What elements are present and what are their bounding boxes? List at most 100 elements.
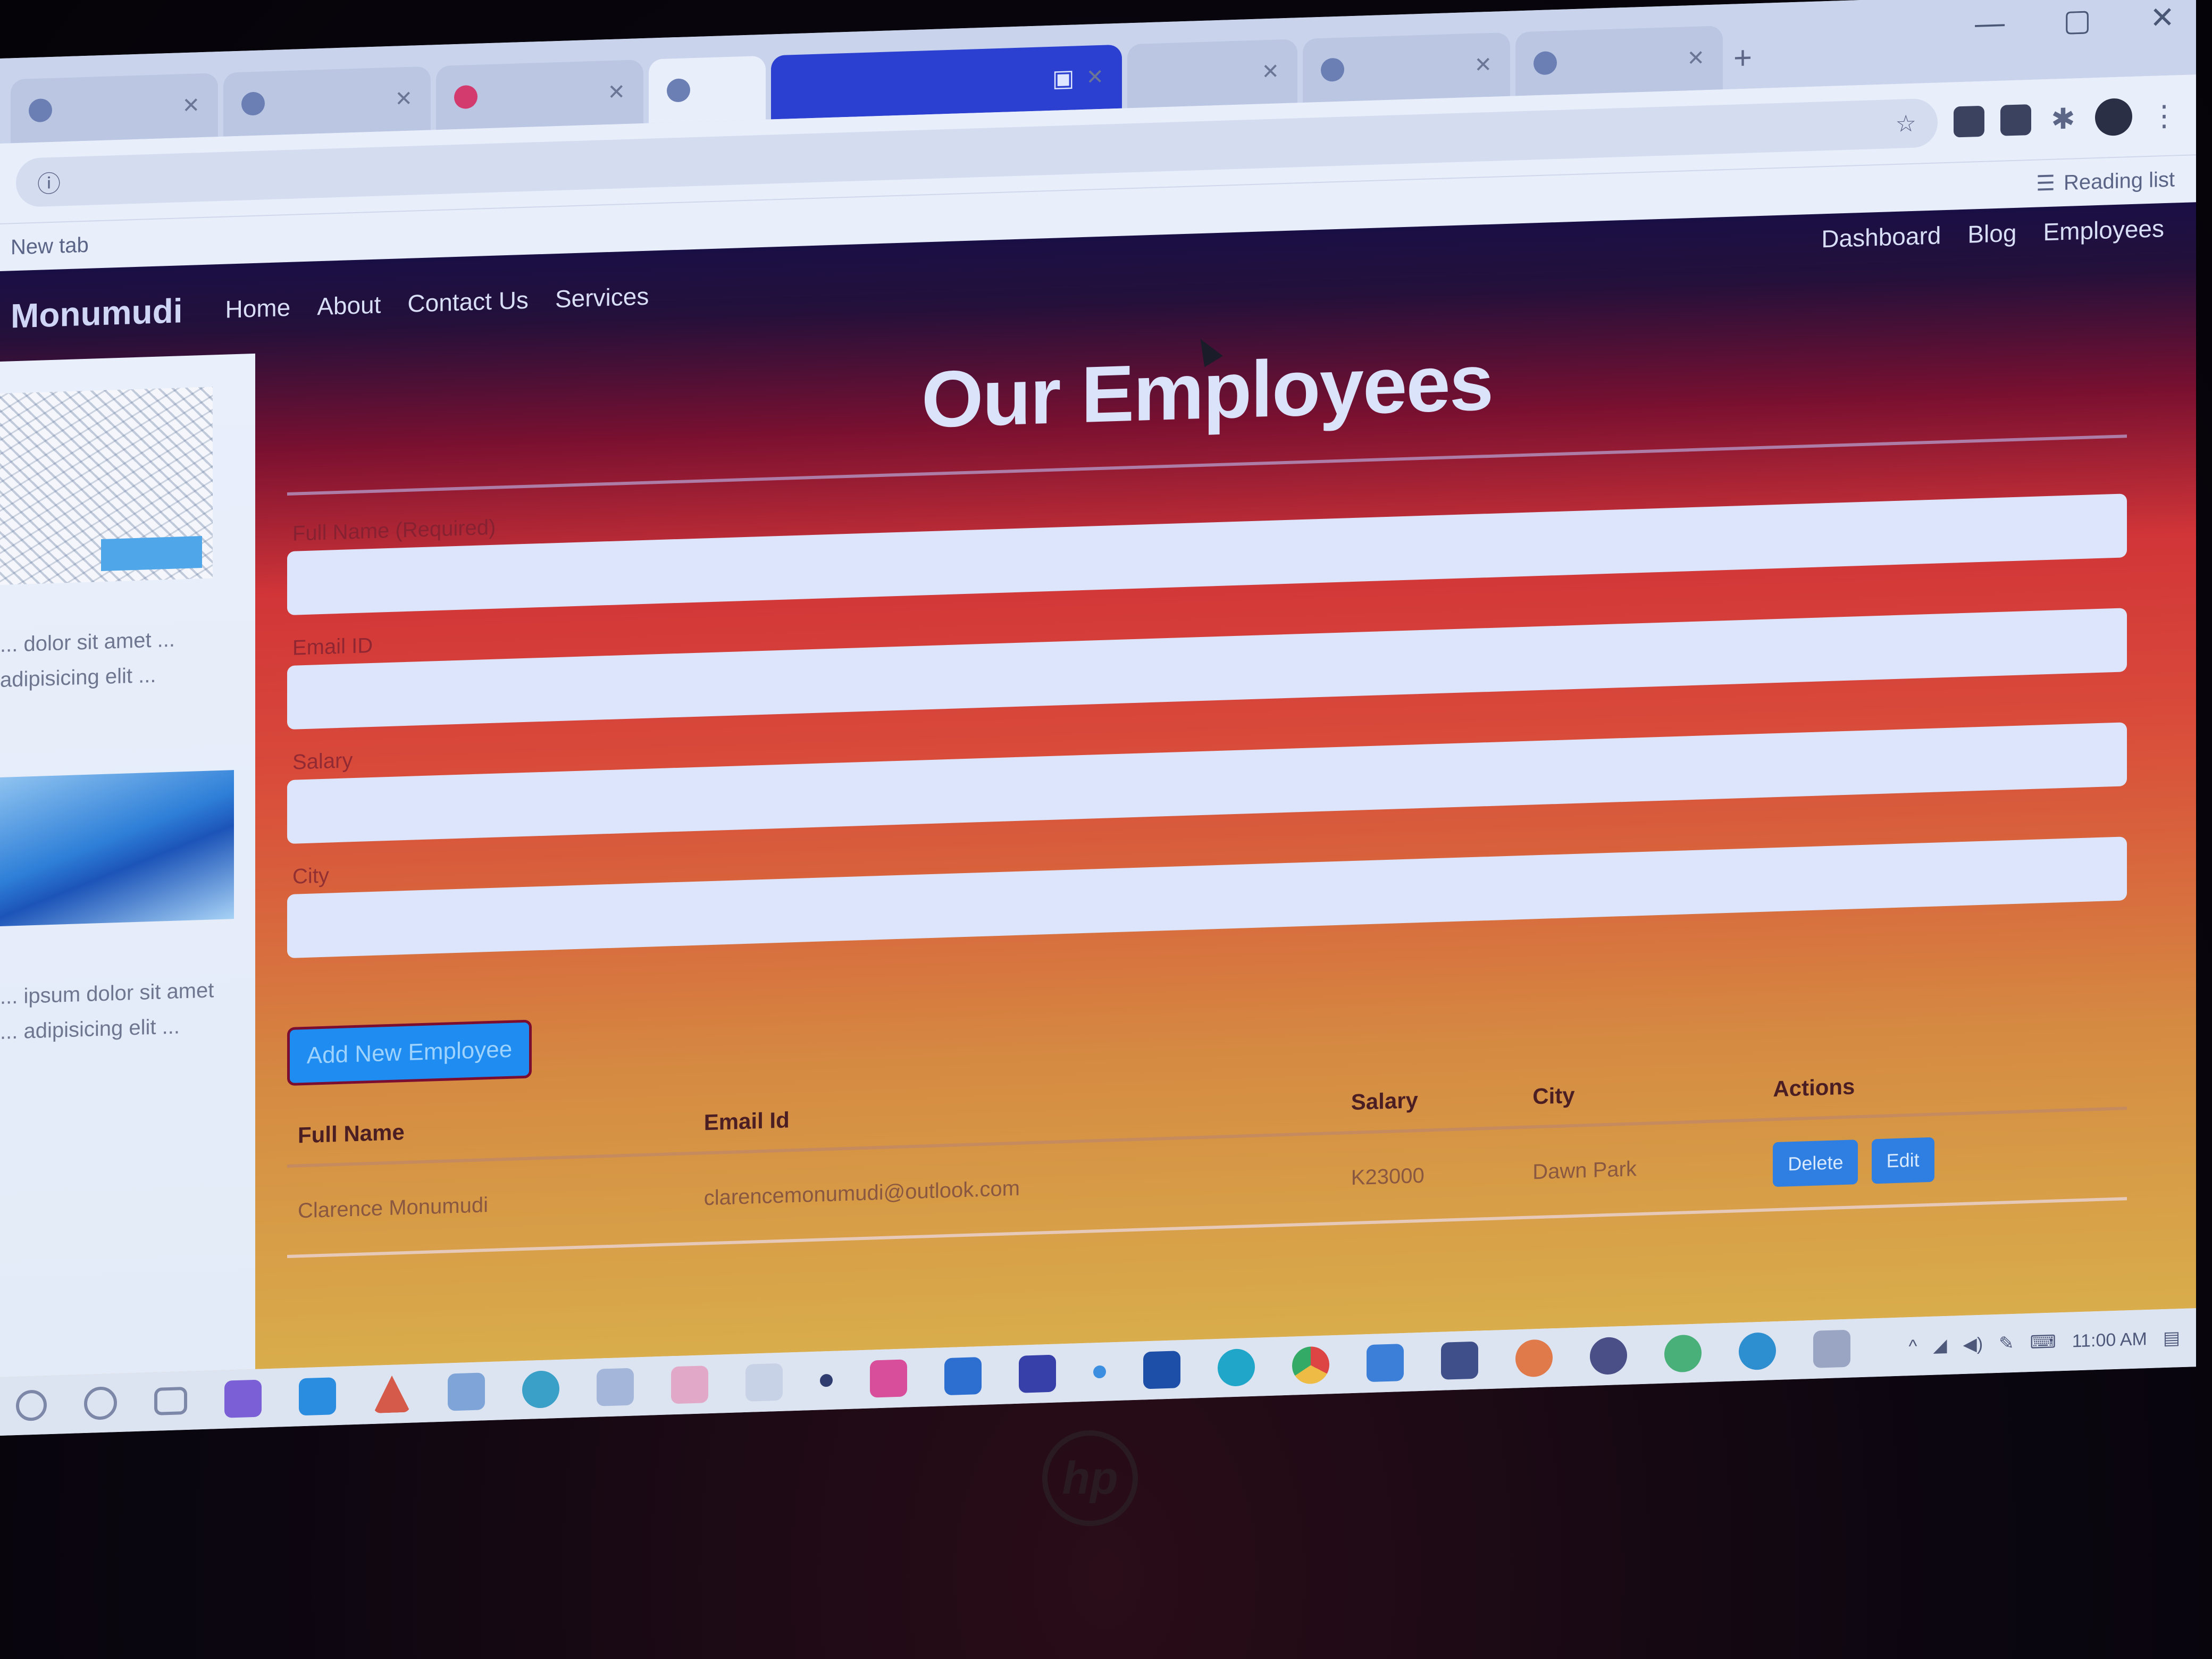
- page-icon: [29, 98, 52, 123]
- nav-right: Dashboard Blog Employees: [1821, 214, 2164, 253]
- close-tab-icon[interactable]: ✕: [607, 80, 625, 105]
- chevron-up-icon[interactable]: ^: [1909, 1336, 1917, 1357]
- browser-tab[interactable]: ✕: [11, 73, 218, 144]
- media-icon[interactable]: ▣: [1052, 64, 1075, 92]
- photoshop-icon[interactable]: [1143, 1351, 1180, 1389]
- app-icon[interactable]: [373, 1375, 410, 1413]
- app-icon[interactable]: [944, 1356, 982, 1396]
- close-tab-icon[interactable]: ✕: [182, 93, 200, 118]
- screen: ✕ ✕ ✕ ▣ ✕ ✕ ✕ ✕ + — ▢ ✕ ⓘ ☆ ✱ ⋮ New tab ☰…: [0, 0, 2196, 1436]
- column-header: City: [1522, 1060, 1763, 1128]
- extension-icon[interactable]: [2000, 104, 2031, 136]
- browser-tab[interactable]: ✕: [436, 59, 643, 130]
- cell-city: Dawn Park: [1522, 1119, 1763, 1218]
- browser-tab[interactable]: ✕: [1515, 26, 1723, 96]
- menu-icon[interactable]: ⋮: [2148, 99, 2180, 132]
- system-tray: ^ ◢ ◀) ✎ ⌨ 11:00 AM ▤: [1909, 1327, 2180, 1357]
- web-page: Monumudi Home About Contact Us Services …: [0, 202, 2196, 1378]
- clock[interactable]: 11:00 AM: [2072, 1328, 2147, 1352]
- shield-icon: [1321, 57, 1344, 82]
- app-icon[interactable]: [1590, 1336, 1627, 1376]
- browser-tab[interactable]: ✕: [1303, 32, 1510, 103]
- page-icon: [241, 91, 265, 116]
- globe-icon[interactable]: [522, 1370, 559, 1409]
- sidebar: ... dolor sit amet ... adipisicing elit …: [0, 353, 255, 1377]
- column-header: Salary: [1340, 1068, 1522, 1133]
- network-icon[interactable]: ◢: [1933, 1335, 1947, 1356]
- app-icon[interactable]: [597, 1368, 634, 1406]
- pen-icon[interactable]: ✎: [1999, 1333, 2014, 1354]
- site-brand[interactable]: Monumudi: [11, 291, 182, 336]
- reading-list[interactable]: ☰ Reading list: [2036, 167, 2175, 196]
- browser-tab-active[interactable]: [649, 55, 766, 123]
- sidebar-text: ... dolor sit amet ... adipisicing elit …: [0, 627, 175, 692]
- browser-tab-media[interactable]: ▣ ✕: [771, 44, 1122, 120]
- nav-link-blog[interactable]: Blog: [1967, 219, 2016, 249]
- sidebar-image-blue: [0, 770, 234, 926]
- app-icon[interactable]: [1813, 1329, 1850, 1368]
- cell-salary: K23000: [1340, 1127, 1522, 1224]
- app-icon[interactable]: [1664, 1334, 1702, 1373]
- extension-icon[interactable]: [1954, 105, 1984, 138]
- volume-icon[interactable]: ◀): [1963, 1334, 1983, 1355]
- nav-link-about[interactable]: About: [317, 290, 381, 321]
- edit-button[interactable]: Edit: [1871, 1137, 1934, 1184]
- app-icon[interactable]: [671, 1365, 708, 1404]
- hp-logo: hp: [1042, 1430, 1138, 1526]
- search-icon[interactable]: [16, 1389, 47, 1422]
- cell-actions: Delete Edit: [1762, 1108, 2127, 1210]
- close-tab-icon[interactable]: ✕: [1474, 53, 1492, 78]
- app-icon[interactable]: [820, 1373, 833, 1387]
- close-tab-icon[interactable]: ✕: [1086, 65, 1104, 90]
- app-icon[interactable]: [745, 1363, 783, 1402]
- browser-tab[interactable]: ✕: [223, 66, 431, 137]
- star-icon[interactable]: ☆: [1896, 110, 1916, 137]
- notifications-icon[interactable]: ▤: [2163, 1327, 2180, 1349]
- app-icon[interactable]: [1739, 1332, 1776, 1371]
- sidebar-text: ... ipsum dolor sit amet ... adipisicing…: [0, 978, 214, 1044]
- nav-link-employees[interactable]: Employees: [2043, 214, 2164, 246]
- avatar[interactable]: [2095, 97, 2132, 137]
- nav-link-dashboard[interactable]: Dashboard: [1821, 221, 1941, 253]
- app-icon[interactable]: [448, 1372, 485, 1411]
- mail-icon[interactable]: [1367, 1344, 1404, 1382]
- puzzle-icon[interactable]: ✱: [2047, 102, 2079, 135]
- page-icon: [454, 85, 477, 110]
- column-header: Actions: [1762, 1049, 2127, 1120]
- close-tab-icon[interactable]: ✕: [395, 87, 413, 112]
- app-icon[interactable]: [1019, 1354, 1056, 1393]
- nav-link-contact[interactable]: Contact Us: [407, 286, 529, 318]
- app-icon[interactable]: [1515, 1339, 1553, 1378]
- window-controls: — ▢ ✕: [1975, 0, 2175, 41]
- browser-tab[interactable]: ✕: [1127, 39, 1297, 108]
- close-window-icon[interactable]: ✕: [2150, 0, 2175, 36]
- employees-main: Our Employees Full Name (Required) Email…: [287, 295, 2127, 1363]
- maximize-icon[interactable]: ▢: [2063, 2, 2091, 38]
- page-icon: [667, 78, 690, 103]
- nav-link-services[interactable]: Services: [555, 282, 649, 314]
- bookmark-item[interactable]: New tab: [11, 233, 89, 259]
- close-tab-icon[interactable]: ✕: [1687, 46, 1705, 71]
- nav-link-home[interactable]: Home: [225, 293, 290, 324]
- chrome-icon[interactable]: [1292, 1346, 1329, 1385]
- task-view-icon[interactable]: [154, 1386, 187, 1415]
- shield-icon: [1534, 51, 1557, 76]
- store-icon[interactable]: [1441, 1341, 1478, 1380]
- edge-icon[interactable]: [1218, 1348, 1255, 1387]
- keyboard-icon[interactable]: ⌨: [2030, 1331, 2056, 1353]
- delete-button[interactable]: Delete: [1773, 1139, 1858, 1187]
- sidebar-image-sketch: [0, 387, 213, 585]
- app-icon[interactable]: [870, 1359, 907, 1398]
- new-tab-button[interactable]: +: [1733, 39, 1752, 89]
- vscode-icon[interactable]: [299, 1377, 336, 1416]
- nav-left: Home About Contact Us Services: [225, 282, 649, 324]
- cell-full-name: Clarence Monumudi: [287, 1153, 693, 1257]
- add-employee-button[interactable]: Add New Employee: [287, 1019, 532, 1086]
- visual-studio-icon[interactable]: [224, 1379, 262, 1418]
- clock-time: 11:00 AM: [2072, 1329, 2147, 1352]
- site-info-icon[interactable]: ⓘ: [37, 164, 61, 199]
- app-icon[interactable]: [1093, 1365, 1106, 1379]
- close-tab-icon[interactable]: ✕: [1261, 59, 1279, 84]
- cortana-icon[interactable]: [84, 1386, 117, 1421]
- minimize-icon[interactable]: —: [1975, 5, 2005, 41]
